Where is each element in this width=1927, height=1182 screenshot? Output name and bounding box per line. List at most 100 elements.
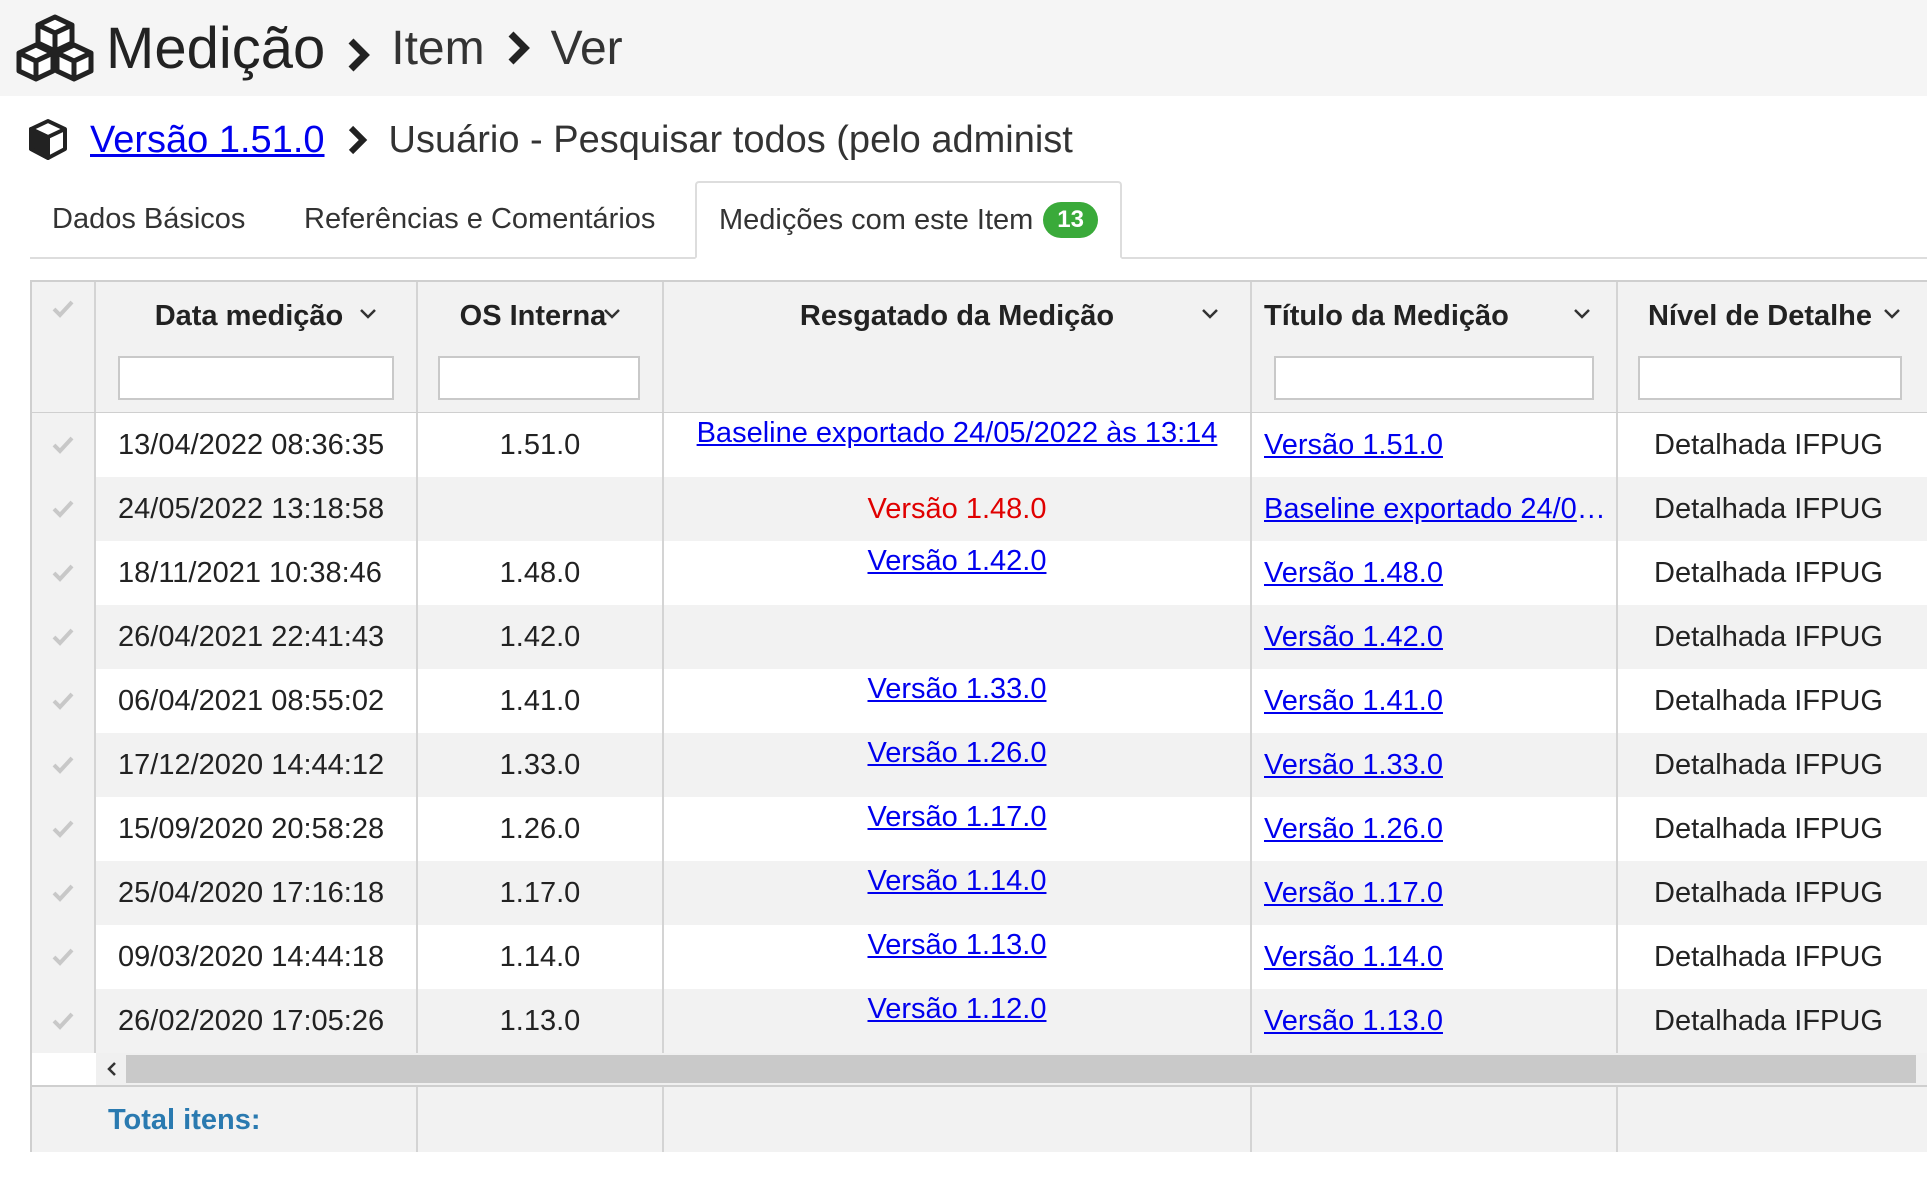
page-title: Usuário - Pesquisar todos (pelo administ bbox=[388, 118, 1073, 161]
cell-titulo-link[interactable]: Versão 1.42.0 bbox=[1264, 621, 1443, 653]
cell-nivel: Detalhada IFPUG bbox=[1654, 877, 1883, 909]
scrollbar-thumb[interactable] bbox=[126, 1055, 1916, 1083]
cell-titulo-link[interactable]: Versão 1.17.0 bbox=[1264, 877, 1443, 909]
row-select[interactable] bbox=[32, 861, 96, 925]
table-row[interactable]: 26/02/2020 17:05:26 1.13.0 Versão 1.12.0… bbox=[32, 989, 1927, 1053]
cell-titulo-link[interactable]: Versão 1.14.0 bbox=[1264, 941, 1443, 973]
cell-resgatado-link[interactable]: Baseline exportado 24/05/2022 às 13:14 bbox=[697, 417, 1218, 449]
cell-nivel: Detalhada IFPUG bbox=[1654, 621, 1883, 653]
table-row[interactable]: 06/04/2021 08:55:02 1.41.0 Versão 1.33.0… bbox=[32, 669, 1927, 733]
horizontal-scrollbar[interactable] bbox=[96, 1053, 1927, 1085]
cell-nivel: Detalhada IFPUG bbox=[1654, 941, 1883, 973]
breadcrumb-ver: Ver bbox=[550, 21, 623, 75]
row-select[interactable] bbox=[32, 989, 96, 1053]
check-icon bbox=[52, 948, 74, 966]
chevron-right-icon bbox=[348, 38, 371, 72]
data-grid: Data medição OS Interna Resgatado da Med… bbox=[30, 280, 1927, 1152]
cell-resgatado-link[interactable]: Versão 1.33.0 bbox=[868, 673, 1047, 705]
cell-nivel: Detalhada IFPUG bbox=[1654, 813, 1883, 845]
row-select[interactable] bbox=[32, 541, 96, 605]
table-row[interactable]: 24/05/2022 13:18:58 Versão 1.48.0 Baseli… bbox=[32, 477, 1927, 541]
table-row[interactable]: 25/04/2020 17:16:18 1.17.0 Versão 1.14.0… bbox=[32, 861, 1927, 925]
row-select[interactable] bbox=[32, 797, 96, 861]
table-row[interactable]: 18/11/2021 10:38:46 1.48.0 Versão 1.42.0… bbox=[32, 541, 1927, 605]
table-row[interactable]: 15/09/2020 20:58:28 1.26.0 Versão 1.17.0… bbox=[32, 797, 1927, 861]
check-icon bbox=[52, 692, 74, 710]
cell-date: 09/03/2020 14:44:18 bbox=[118, 941, 385, 973]
sub-header: Versão 1.51.0 Usuário - Pesquisar todos … bbox=[0, 100, 1927, 180]
check-icon bbox=[52, 500, 74, 518]
cell-os: 1.41.0 bbox=[499, 685, 581, 717]
table-row[interactable]: 13/04/2022 08:36:35 1.51.0 Baseline expo… bbox=[32, 413, 1927, 477]
cell-resgatado-link[interactable]: Versão 1.13.0 bbox=[868, 929, 1047, 961]
title-bar: Medição Item Ver bbox=[0, 0, 1927, 96]
col-resgatado[interactable]: Resgatado da Medição bbox=[664, 282, 1252, 412]
chevron-down-icon[interactable] bbox=[358, 304, 378, 324]
cell-resgatado-link[interactable]: Versão 1.17.0 bbox=[868, 801, 1047, 833]
table-row[interactable]: 26/04/2021 22:41:43 1.42.0 Versão 1.42.0… bbox=[32, 605, 1927, 669]
cell-date: 18/11/2021 10:38:46 bbox=[118, 557, 382, 589]
col-data-medicao[interactable]: Data medição bbox=[96, 282, 418, 412]
check-icon bbox=[52, 436, 74, 454]
cell-titulo-link[interactable]: Versão 1.13.0 bbox=[1264, 1005, 1443, 1037]
col-nivel[interactable]: Nível de Detalhe bbox=[1618, 282, 1927, 412]
chevron-down-icon[interactable] bbox=[1572, 304, 1592, 324]
chevron-right-icon bbox=[508, 31, 530, 65]
row-select[interactable] bbox=[32, 925, 96, 989]
check-icon bbox=[52, 820, 74, 838]
tab-bar: Dados Básicos Referências e Comentários … bbox=[30, 181, 1927, 259]
cell-resgatado-link[interactable]: Versão 1.14.0 bbox=[868, 865, 1047, 897]
grid-footer: Total itens: bbox=[32, 1085, 1927, 1152]
check-icon bbox=[52, 1012, 74, 1030]
table-row[interactable]: 09/03/2020 14:44:18 1.14.0 Versão 1.13.0… bbox=[32, 925, 1927, 989]
row-select[interactable] bbox=[32, 413, 96, 477]
cell-titulo-link[interactable]: Versão 1.26.0 bbox=[1264, 813, 1443, 845]
col-titulo[interactable]: Título da Medição bbox=[1252, 282, 1618, 412]
check-icon bbox=[52, 564, 74, 582]
cell-nivel: Detalhada IFPUG bbox=[1654, 1005, 1883, 1037]
table-row[interactable]: 17/12/2020 14:44:12 1.33.0 Versão 1.26.0… bbox=[32, 733, 1927, 797]
cell-date: 24/05/2022 13:18:58 bbox=[118, 493, 385, 525]
breadcrumb-item[interactable]: Item bbox=[391, 21, 484, 76]
cell-os: 1.48.0 bbox=[499, 557, 581, 589]
cell-date: 26/02/2020 17:05:26 bbox=[118, 1005, 385, 1037]
col-os-interna[interactable]: OS Interna bbox=[418, 282, 664, 412]
cell-date: 26/04/2021 22:41:43 bbox=[118, 621, 385, 653]
row-select[interactable] bbox=[32, 477, 96, 541]
select-all-header[interactable] bbox=[32, 282, 96, 412]
cube-icon bbox=[29, 119, 67, 160]
filter-nivel[interactable] bbox=[1638, 356, 1902, 400]
row-select[interactable] bbox=[32, 669, 96, 733]
row-select[interactable] bbox=[32, 733, 96, 797]
cell-titulo-link[interactable]: Versão 1.48.0 bbox=[1264, 557, 1443, 589]
filter-data-medicao[interactable] bbox=[118, 356, 394, 400]
filter-os-interna[interactable] bbox=[438, 356, 640, 400]
cell-os: 1.51.0 bbox=[499, 429, 581, 461]
chevron-down-icon[interactable] bbox=[602, 304, 622, 324]
cubes-icon bbox=[16, 14, 94, 82]
cell-os: 1.42.0 bbox=[499, 621, 581, 653]
cell-date: 25/04/2020 17:16:18 bbox=[118, 877, 385, 909]
cell-date: 15/09/2020 20:58:28 bbox=[118, 813, 385, 845]
cell-os bbox=[418, 477, 662, 541]
chevron-left-icon[interactable] bbox=[102, 1059, 122, 1079]
count-badge: 13 bbox=[1043, 202, 1098, 238]
version-link[interactable]: Versão 1.51.0 bbox=[90, 119, 325, 162]
tab-referencias[interactable]: Referências e Comentários bbox=[304, 181, 655, 257]
chevron-down-icon[interactable] bbox=[1882, 304, 1902, 324]
row-select[interactable] bbox=[32, 605, 96, 669]
cell-resgatado-link[interactable]: Versão 1.42.0 bbox=[868, 545, 1047, 577]
cell-titulo-link[interactable]: Versão 1.33.0 bbox=[1264, 749, 1443, 781]
filter-titulo[interactable] bbox=[1274, 356, 1594, 400]
chevron-down-icon[interactable] bbox=[1200, 304, 1220, 324]
grid-header: Data medição OS Interna Resgatado da Med… bbox=[32, 282, 1927, 414]
cell-resgatado-link[interactable]: Versão 1.12.0 bbox=[868, 993, 1047, 1025]
cell-resgatado-link[interactable]: Versão 1.26.0 bbox=[868, 737, 1047, 769]
check-icon bbox=[52, 756, 74, 774]
cell-titulo-link[interactable]: Versão 1.51.0 bbox=[1264, 429, 1443, 461]
tab-dados-basicos[interactable]: Dados Básicos bbox=[52, 181, 245, 257]
tab-medicoes[interactable]: Medições com este Item 13 bbox=[695, 181, 1122, 259]
cell-date: 13/04/2022 08:36:35 bbox=[118, 429, 385, 461]
cell-titulo-link[interactable]: Baseline exportado 24/05/2022 às 13:14 bbox=[1264, 477, 1610, 541]
cell-titulo-link[interactable]: Versão 1.41.0 bbox=[1264, 685, 1443, 717]
